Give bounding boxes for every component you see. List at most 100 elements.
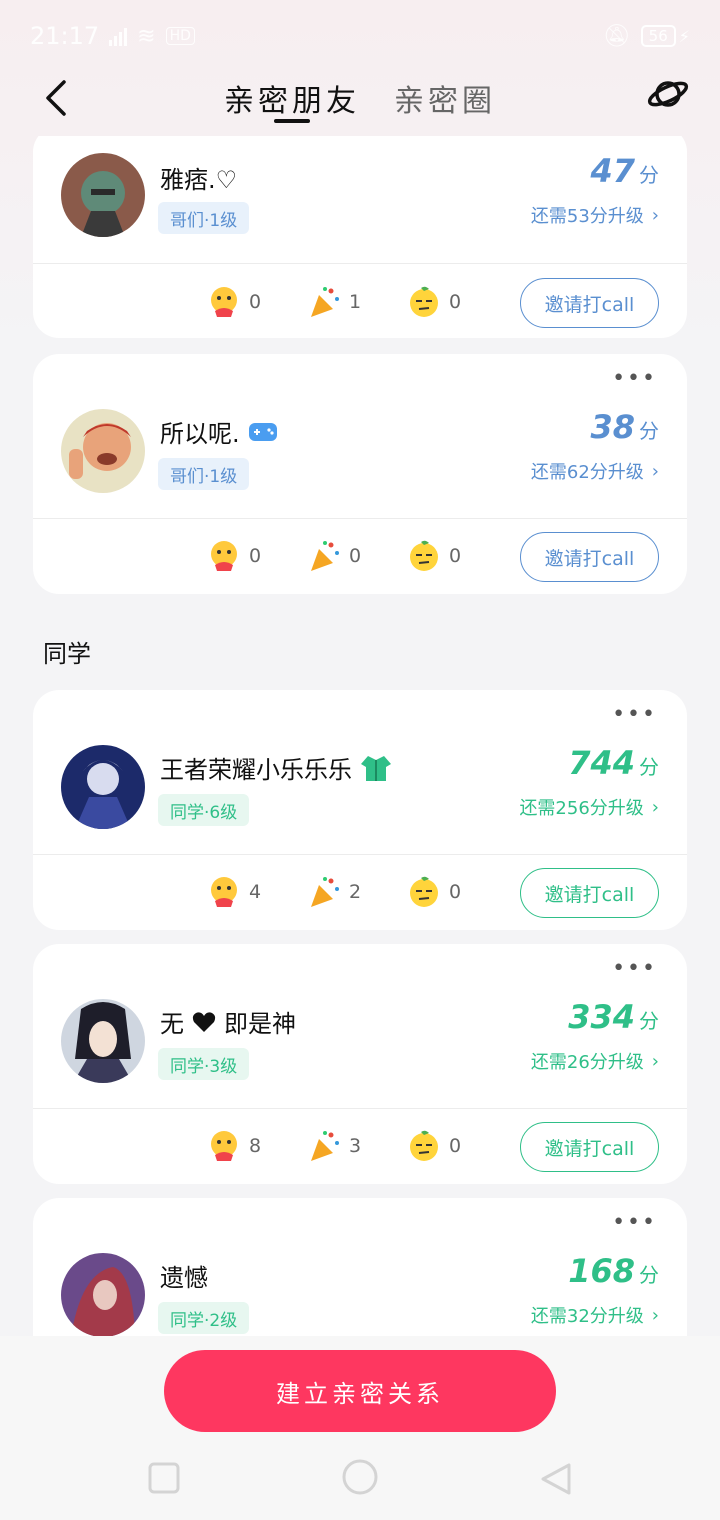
friend-card[interactable]: ••• 所以呢. 哥们·1级 38 分 还需62分升级 › 0 0 0 邀请打c… bbox=[33, 354, 687, 594]
status-time: 21:17 bbox=[30, 22, 100, 50]
friend-card[interactable]: ••• 无 即是神 同学·3级 334 分 还需26分升级 › 8 3 0 邀请… bbox=[33, 944, 687, 1184]
avatar[interactable] bbox=[61, 1253, 145, 1336]
upgrade-link[interactable]: 还需53分升级 › bbox=[531, 202, 659, 228]
friend-name: 无 即是神 bbox=[160, 1004, 296, 1039]
intimacy-score: 744 分 bbox=[568, 744, 659, 782]
friend-name: 遗憾 bbox=[160, 1264, 208, 1292]
chevron-right-icon: › bbox=[651, 1050, 659, 1072]
score-value: 168 bbox=[568, 1252, 635, 1290]
lemon-stat: 0 bbox=[407, 530, 461, 582]
hug-face-icon bbox=[211, 541, 237, 571]
score-unit: 分 bbox=[639, 755, 659, 779]
status-bar: 21:17 ≋ HD 🔕︎ 56 ⚡︎ bbox=[0, 0, 720, 72]
friend-name-text: 王者荣耀小乐乐乐 bbox=[160, 756, 352, 784]
intimacy-score: 38 分 bbox=[590, 408, 659, 446]
avatar-image bbox=[61, 409, 145, 493]
intimacy-score: 334 分 bbox=[568, 998, 659, 1036]
invite-call-button[interactable]: 邀请打call bbox=[520, 1122, 659, 1172]
score-unit: 分 bbox=[639, 163, 659, 187]
relation-badge: 同学·3级 bbox=[158, 1048, 250, 1080]
smirk-lemon-icon bbox=[410, 876, 438, 907]
score-unit: 分 bbox=[639, 1263, 659, 1287]
relation-badge: 哥们·1级 bbox=[158, 458, 250, 490]
nav-bar: 亲密朋友 亲密圈 bbox=[0, 72, 720, 136]
avatar-image bbox=[61, 153, 145, 237]
hug-stat: 4 bbox=[207, 866, 261, 918]
recent-apps-button[interactable] bbox=[148, 1462, 180, 1498]
upgrade-text: 还需32分升级 bbox=[530, 1306, 644, 1327]
upgrade-link[interactable]: 还需256分升级 › bbox=[519, 794, 659, 820]
more-options-icon[interactable]: ••• bbox=[612, 1212, 657, 1234]
score-value: 744 bbox=[568, 744, 635, 782]
hug-face-icon bbox=[211, 1131, 237, 1161]
friend-name: 王者荣耀小乐乐乐 bbox=[160, 750, 392, 785]
party-count: 2 bbox=[349, 881, 362, 903]
avatar[interactable] bbox=[61, 153, 145, 237]
avatar-image bbox=[61, 745, 145, 829]
more-options-icon[interactable]: ••• bbox=[612, 368, 657, 390]
relation-badge: 哥们·1级 bbox=[158, 202, 250, 234]
party-count: 0 bbox=[349, 545, 362, 567]
planet-button[interactable] bbox=[646, 72, 690, 116]
interaction-stats: 0 0 0 邀请打call bbox=[33, 530, 687, 582]
more-options-icon[interactable]: ••• bbox=[612, 704, 657, 726]
party-stat: 0 bbox=[307, 530, 361, 582]
friend-card[interactable]: ••• 王者荣耀小乐乐乐 同学·6级 744 分 还需256分升级 › 4 2 … bbox=[33, 690, 687, 930]
avatar-image bbox=[61, 1253, 145, 1336]
party-popper-icon bbox=[311, 877, 339, 907]
tab-label: 亲密朋友 bbox=[224, 84, 360, 119]
tab-intimate-circle[interactable]: 亲密圈 bbox=[394, 72, 496, 136]
upgrade-link[interactable]: 还需32分升级 › bbox=[531, 1302, 659, 1328]
invite-call-button[interactable]: 邀请打call bbox=[520, 532, 659, 582]
back-nav-button[interactable] bbox=[539, 1462, 573, 1500]
score-value: 38 bbox=[590, 408, 635, 446]
tab-bar: 亲密朋友 亲密圈 bbox=[0, 72, 720, 136]
invite-call-button[interactable]: 邀请打call bbox=[520, 278, 659, 328]
lemon-stat: 0 bbox=[407, 866, 461, 918]
create-relationship-button[interactable]: 建立亲密关系 bbox=[164, 1350, 556, 1432]
upgrade-text: 还需62分升级 bbox=[530, 462, 644, 483]
party-stat: 3 bbox=[307, 1120, 361, 1172]
smirk-lemon-icon bbox=[410, 1130, 438, 1161]
relation-badge: 同学·6级 bbox=[158, 794, 250, 826]
upgrade-link[interactable]: 还需62分升级 › bbox=[531, 458, 659, 484]
smirk-lemon-icon bbox=[410, 540, 438, 571]
avatar[interactable] bbox=[61, 745, 145, 829]
system-navigation-bar bbox=[0, 1446, 720, 1518]
hd-label: HD bbox=[165, 27, 195, 45]
upgrade-text: 还需26分升级 bbox=[530, 1052, 644, 1073]
upgrade-link[interactable]: 还需26分升级 › bbox=[531, 1048, 659, 1074]
interaction-stats: 0 1 0 邀请打call bbox=[33, 276, 687, 328]
party-count: 3 bbox=[349, 1135, 362, 1157]
tab-intimate-friends[interactable]: 亲密朋友 bbox=[224, 72, 360, 136]
party-popper-icon bbox=[311, 1131, 339, 1161]
invite-call-button[interactable]: 邀请打call bbox=[520, 868, 659, 918]
avatar[interactable] bbox=[61, 409, 145, 493]
friend-card[interactable]: 雅痞.♡ 哥们·1级 47 分 还需53分升级 › 0 1 0 邀请打call bbox=[33, 136, 687, 338]
lemon-count: 0 bbox=[449, 545, 462, 567]
hug-stat: 0 bbox=[207, 530, 261, 582]
party-stat: 1 bbox=[307, 276, 361, 328]
charging-icon: ⚡︎ bbox=[678, 26, 690, 46]
lemon-count: 0 bbox=[449, 1135, 462, 1157]
friend-name-suffix: 即是神 bbox=[224, 1010, 296, 1038]
lemon-stat: 0 bbox=[407, 276, 461, 328]
divider bbox=[33, 263, 687, 264]
party-popper-icon bbox=[311, 287, 339, 317]
tab-label: 亲密圈 bbox=[394, 84, 496, 119]
interaction-stats: 4 2 0 邀请打call bbox=[33, 866, 687, 918]
chevron-right-icon: › bbox=[651, 460, 659, 482]
friend-name-text: 无 bbox=[160, 1010, 184, 1038]
score-value: 334 bbox=[568, 998, 635, 1036]
score-unit: 分 bbox=[639, 419, 659, 443]
battery-indicator: 56 ⚡︎ bbox=[640, 25, 690, 47]
avatar[interactable] bbox=[61, 999, 145, 1083]
friend-name-text: 所以呢. bbox=[160, 420, 240, 448]
chevron-right-icon: › bbox=[651, 796, 659, 818]
home-button[interactable] bbox=[341, 1458, 379, 1500]
black-heart-icon bbox=[192, 1011, 216, 1032]
friend-card[interactable]: ••• 遗憾 同学·2级 168 分 还需32分升级 › bbox=[33, 1198, 687, 1336]
interaction-stats: 8 3 0 邀请打call bbox=[33, 1120, 687, 1172]
more-options-icon[interactable]: ••• bbox=[612, 958, 657, 980]
party-popper-icon bbox=[311, 541, 339, 571]
